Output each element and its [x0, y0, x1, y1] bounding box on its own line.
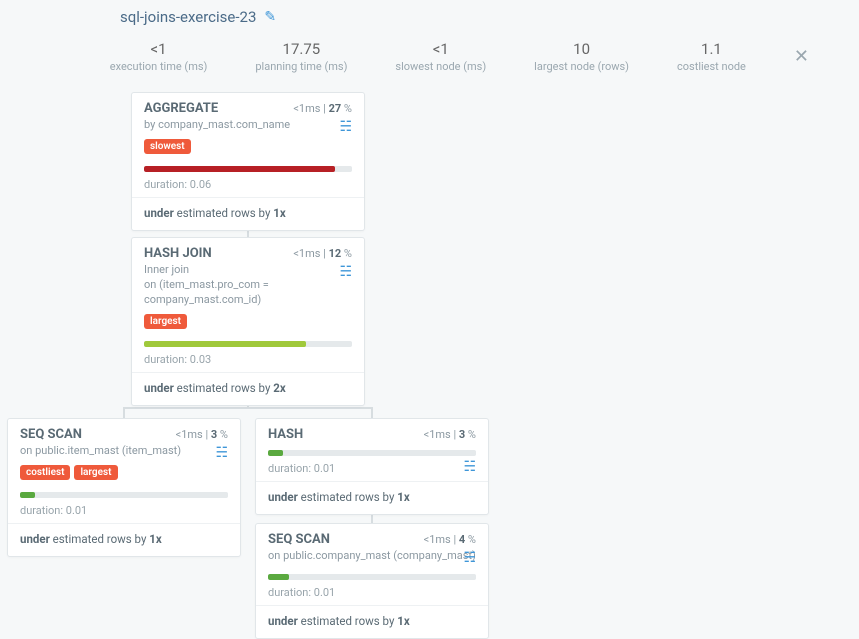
- duration-bar: [144, 166, 352, 172]
- stat-value: 17.75: [255, 40, 347, 58]
- node-meta: <1ms | 3 %: [424, 428, 476, 441]
- database-icon[interactable]: ☵: [339, 118, 352, 137]
- node-sub-prefix: by: [144, 118, 158, 131]
- duration-label: duration:: [144, 353, 190, 366]
- node-sub-prefix: on: [20, 444, 35, 457]
- database-icon[interactable]: ☵: [215, 444, 228, 463]
- node-title: SEQ SCAN: [20, 427, 82, 442]
- node-meta: <1ms | 4 %: [424, 533, 476, 546]
- close-icon[interactable]: ✕: [794, 46, 809, 67]
- connector: [123, 407, 373, 409]
- plan-node-aggregate[interactable]: AGGREGATE <1ms | 27 % by company_mast.co…: [131, 92, 365, 231]
- stat-label: largest node (rows): [534, 60, 629, 73]
- duration-value: 0.06: [190, 178, 211, 191]
- node-sub: Inner join: [144, 263, 189, 276]
- node-sub-value: company_mast.com_name: [158, 118, 290, 131]
- node-title: HASH JOIN: [144, 246, 212, 261]
- duration-bar: [268, 450, 476, 456]
- stat-slowest: <1 slowest node (ms): [395, 40, 486, 73]
- duration-label: duration:: [268, 462, 314, 475]
- tag-largest: largest: [74, 465, 117, 480]
- stat-label: costliest node: [677, 60, 746, 73]
- node-sub-value: public.company_mast (company_mast): [283, 549, 476, 562]
- stat-exec-time: <1 execution time (ms): [110, 40, 208, 73]
- duration-bar: [144, 341, 352, 347]
- stat-value: 1.1: [677, 40, 746, 58]
- database-icon[interactable]: ☵: [339, 263, 352, 282]
- edit-icon[interactable]: ✎: [264, 9, 276, 25]
- plan-node-hash[interactable]: HASH <1ms | 3 % ☵ duration: 0.01 under e…: [255, 418, 489, 515]
- duration-label: duration:: [144, 178, 190, 191]
- stat-label: execution time (ms): [110, 60, 208, 73]
- node-title: SEQ SCAN: [268, 532, 330, 547]
- stat-value: <1: [395, 40, 486, 58]
- stat-label: slowest node (ms): [395, 60, 486, 73]
- estimate-row: under estimated rows by 1x: [8, 524, 240, 556]
- plan-node-seqscan-company[interactable]: SEQ SCAN <1ms | 4 % on public.company_ma…: [255, 523, 489, 639]
- node-title: HASH: [268, 427, 303, 442]
- node-meta: <1ms | 12 %: [293, 247, 352, 260]
- node-meta: <1ms | 27 %: [293, 102, 352, 115]
- node-meta: <1ms | 3 %: [176, 428, 228, 441]
- node-sub-prefix: on: [268, 549, 283, 562]
- plan-tree: AGGREGATE <1ms | 27 % by company_mast.co…: [0, 89, 859, 619]
- duration-bar: [20, 492, 228, 498]
- stat-plan-time: 17.75 planning time (ms): [255, 40, 347, 73]
- database-icon[interactable]: ☵: [463, 549, 476, 568]
- stat-largest: 10 largest node (rows): [534, 40, 629, 73]
- node-sub: on (item_mast.pro_com = company_mast.com…: [144, 278, 269, 306]
- duration-value: 0.01: [314, 586, 335, 599]
- tag-costliest: costliest: [20, 465, 70, 480]
- duration-bar: [268, 574, 476, 580]
- stat-value: 10: [534, 40, 629, 58]
- duration-label: duration:: [20, 504, 66, 517]
- plan-node-seqscan-item[interactable]: SEQ SCAN <1ms | 3 % on public.item_mast …: [7, 418, 241, 557]
- duration-value: 0.01: [314, 462, 335, 475]
- stat-costliest: 1.1 costliest node: [677, 40, 746, 73]
- estimate-row: under estimated rows by 1x: [132, 198, 364, 230]
- stat-value: <1: [110, 40, 208, 58]
- database-icon[interactable]: ☵: [463, 458, 476, 477]
- node-sub-value: public.item_mast (item_mast): [35, 444, 181, 457]
- stat-label: planning time (ms): [255, 60, 347, 73]
- stats-bar: <1 execution time (ms) 17.75 planning ti…: [0, 36, 859, 89]
- tag-slowest: slowest: [144, 139, 191, 154]
- estimate-row: under estimated rows by 1x: [256, 606, 488, 638]
- plan-title: sql-joins-exercise-23: [120, 8, 256, 26]
- duration-label: duration:: [268, 586, 314, 599]
- estimate-row: under estimated rows by 1x: [256, 482, 488, 514]
- duration-value: 0.01: [66, 504, 87, 517]
- duration-value: 0.03: [190, 353, 211, 366]
- plan-node-hashjoin[interactable]: HASH JOIN <1ms | 12 % Inner join on (ite…: [131, 237, 365, 406]
- tag-largest: largest: [144, 314, 187, 329]
- node-title: AGGREGATE: [144, 101, 218, 116]
- estimate-row: under estimated rows by 2x: [132, 373, 364, 405]
